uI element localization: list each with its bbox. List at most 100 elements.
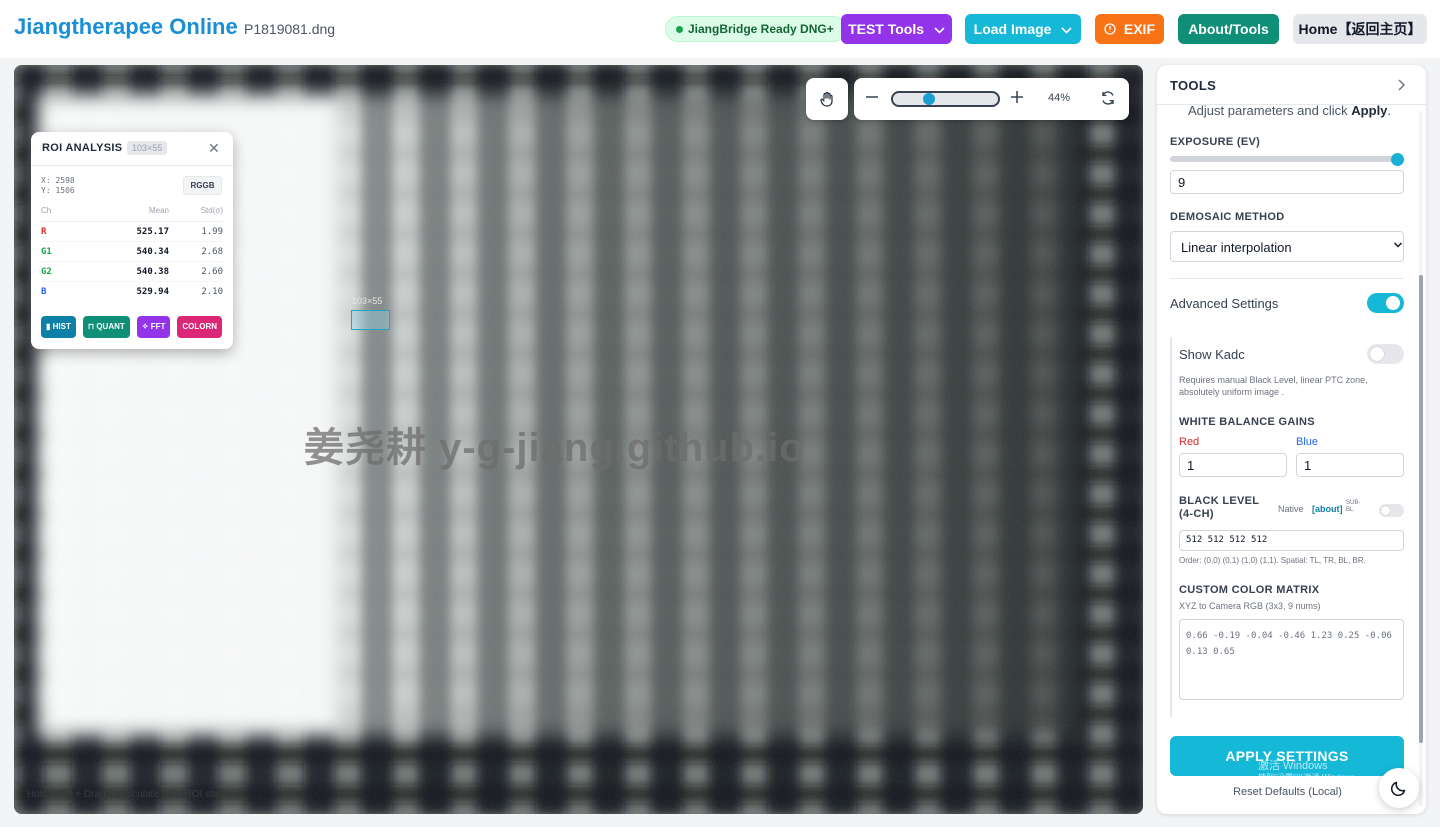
tools-panel: TOOLS Adjust parameters and click Apply.… — [1157, 65, 1426, 814]
zoom-percentage: 44% — [1048, 92, 1071, 104]
table-row: G1 540.34 2.68 — [41, 242, 223, 262]
roi-x: X: 2598 — [41, 176, 75, 185]
chevron-down-icon — [1393, 242, 1403, 248]
fft-button[interactable]: ✧ FFT — [136, 316, 171, 338]
roi-y: Y: 1506 — [41, 186, 75, 195]
channel-mean: 529.94 — [136, 287, 169, 297]
table-row: R 525.17 1.99 — [41, 222, 223, 242]
divider — [1170, 278, 1404, 279]
demosaic-selected: Linear interpolation — [1181, 240, 1292, 255]
exposure-slider[interactable] — [1170, 156, 1397, 162]
dark-mode-button[interactable] — [1379, 768, 1419, 808]
divider — [31, 165, 233, 166]
watermark-text: 姜尧耕 y-g-jiang.github.io — [304, 426, 805, 470]
sub-bl-label: SUB-BL — [1346, 500, 1361, 513]
top-bar: Jiangtherapee Online P1819081.dng JiangB… — [0, 0, 1440, 58]
channel-mean: 525.17 — [136, 227, 169, 237]
roi-size-label: 103×55 — [352, 296, 383, 306]
zoom-slider-thumb[interactable] — [923, 93, 935, 105]
file-name: P1819081.dng — [244, 21, 336, 37]
load-image-label: Load Image — [973, 21, 1052, 37]
zoom-slider[interactable] — [891, 91, 1000, 107]
reset-view-icon[interactable] — [1100, 90, 1116, 106]
black-level-input[interactable]: 512 512 512 512 — [1179, 530, 1404, 551]
col-channel: Ch — [41, 206, 52, 215]
chevron-right-icon[interactable] — [1397, 78, 1407, 92]
tools-title: TOOLS — [1170, 78, 1217, 93]
chevron-down-icon — [934, 27, 945, 34]
roi-analysis-panel[interactable]: ROI ANALYSIS 103×55 ✕ X: 2598 Y: 1506 RG… — [31, 132, 233, 349]
sub-bl-toggle[interactable] — [1379, 504, 1404, 517]
channel-std: 2.60 — [201, 267, 223, 277]
hand-icon — [820, 91, 833, 107]
exposure-input[interactable]: 9 — [1170, 170, 1404, 194]
color-matrix-textarea[interactable]: 0.66 -0.19 -0.04 -0.46 1.23 0.25 -0.06 0… — [1179, 619, 1404, 700]
wb-red-input[interactable]: 1 — [1179, 453, 1287, 477]
black-level-label: BLACK LEVEL (4-CH) — [1179, 495, 1260, 520]
zoom-controls: 44% — [854, 78, 1129, 120]
exposure-label: EXPOSURE (EV) — [1170, 136, 1261, 148]
roi-action-bar: ▮ HIST ⊓ QUANT ✧ FFT COLORN — [41, 316, 223, 338]
cfa-pattern-badge[interactable]: RGGB — [183, 176, 222, 195]
native-label: Native — [1278, 504, 1304, 514]
wb-blue-input[interactable]: 1 — [1296, 453, 1404, 477]
test-tools-label: TEST Tools — [848, 21, 925, 37]
hist-button[interactable]: ▮ HIST — [41, 316, 76, 338]
wb-red-label: Red — [1179, 436, 1200, 448]
tools-panel-header[interactable]: TOOLS — [1157, 65, 1426, 105]
exif-label: EXIF — [1123, 21, 1155, 37]
toggle-knob — [1381, 506, 1390, 515]
tools-intro: Adjust parameters and click Apply. — [1188, 103, 1392, 118]
app-title[interactable]: Jiangtherapee Online — [14, 14, 238, 40]
home-label: Home【返回主页】 — [1298, 21, 1422, 37]
demosaic-select[interactable]: Linear interpolation — [1170, 231, 1404, 262]
channel-mean: 540.38 — [136, 267, 169, 277]
panel-scrollbar-thumb[interactable] — [1419, 275, 1423, 743]
bridge-status-text: JiangBridge Ready DNG+ — [688, 22, 834, 36]
channel-std: 2.68 — [201, 247, 223, 257]
channel-name: B — [41, 287, 47, 297]
channel-std: 1.99 — [201, 227, 223, 237]
toggle-knob — [1386, 296, 1400, 310]
roi-dims-badge: 103×55 — [127, 141, 168, 155]
zoom-out-icon[interactable] — [864, 89, 880, 105]
wb-blue-label: Blue — [1296, 436, 1319, 448]
close-icon[interactable]: ✕ — [208, 140, 220, 157]
white-balance-label: WHITE BALANCE GAINS — [1179, 416, 1315, 428]
channel-mean: 540.34 — [136, 247, 169, 257]
table-row: B 529.94 2.10 — [41, 282, 223, 302]
moon-icon — [1390, 781, 1406, 797]
pan-tool-button[interactable] — [806, 78, 848, 120]
load-image-button[interactable]: Load Image — [965, 14, 1081, 44]
roi-table-header: Ch Mean Std(σ) — [41, 206, 223, 222]
toggle-knob — [1370, 347, 1384, 361]
roi-panel-title: ROI ANALYSIS — [42, 142, 123, 154]
about-black-level-link[interactable]: [about] — [1312, 503, 1343, 515]
status-dot-icon — [676, 26, 683, 33]
quant-button[interactable]: ⊓ QUANT — [82, 316, 130, 338]
color-matrix-subtitle: XYZ to Camera RGB (3x3, 9 nums) — [1179, 601, 1321, 611]
color-matrix-label: CUSTOM COLOR MATRIX — [1179, 584, 1320, 596]
advanced-settings-toggle[interactable] — [1367, 293, 1404, 313]
black-level-note: Order: (0,0) (0,1) (1,0) (1,1). Spatial:… — [1179, 556, 1366, 565]
roi-stats-table: Ch Mean Std(σ) R 525.17 1.99 G1 540.34 2… — [41, 206, 223, 302]
exif-button[interactable]: EXIF — [1095, 14, 1164, 44]
show-kadc-toggle[interactable] — [1367, 344, 1404, 364]
info-icon — [1104, 23, 1116, 35]
about-tools-button[interactable]: About/Tools — [1178, 14, 1279, 44]
col-mean: Mean — [148, 206, 169, 215]
roi-selection-box[interactable] — [351, 310, 390, 330]
chevron-down-icon — [1061, 27, 1072, 34]
colorn-button[interactable]: COLORN — [177, 316, 223, 338]
col-std: Std(σ) — [200, 206, 223, 215]
test-tools-button[interactable]: TEST Tools — [841, 14, 952, 44]
channel-std: 2.10 — [201, 287, 223, 297]
show-kadc-label: Show Kadc — [1179, 347, 1245, 362]
zoom-in-icon[interactable] — [1009, 89, 1025, 105]
advanced-settings-label: Advanced Settings — [1170, 296, 1279, 311]
channel-name: R — [41, 227, 47, 237]
home-button[interactable]: Home【返回主页】 — [1293, 14, 1427, 44]
exposure-slider-thumb[interactable] — [1391, 153, 1404, 166]
channel-name: G1 — [41, 247, 52, 257]
bridge-status-badge: JiangBridge Ready DNG+ — [665, 16, 846, 42]
